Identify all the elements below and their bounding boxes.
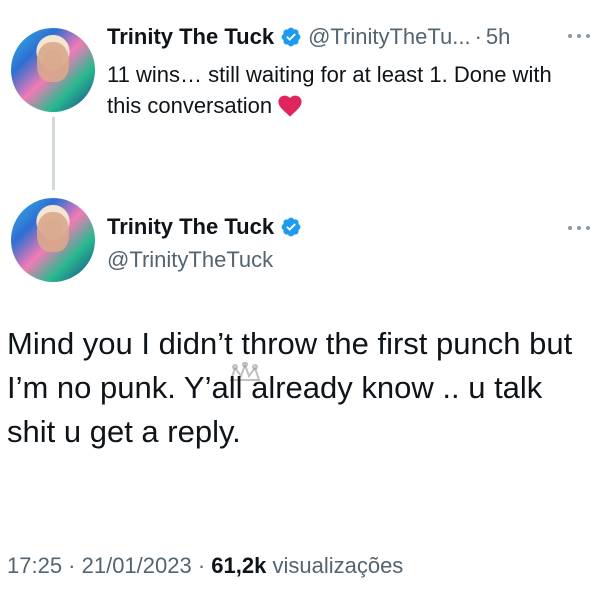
parent-tweet[interactable]: Trinity The Tuck @TrinityTheTu... · 5h 1… — [0, 0, 600, 190]
tweet-timestamp[interactable]: 17:25 · 21/01/2023 · — [7, 553, 205, 578]
author-name[interactable]: Trinity The Tuck — [107, 24, 274, 50]
verified-badge-icon — [281, 27, 301, 47]
verified-badge-icon — [281, 217, 301, 237]
main-tweet-text: Mind you I didn’t throw the first punch … — [7, 326, 573, 449]
parent-tweet-text: 11 wins… still waiting for at least 1. D… — [107, 59, 577, 121]
author-name[interactable]: Trinity The Tuck — [107, 214, 274, 240]
views-count: 61,2k — [211, 553, 267, 578]
tweet-text: 11 wins… still waiting for at least 1. D… — [107, 62, 552, 118]
tweet-time[interactable]: 5h — [486, 24, 510, 50]
separator-dot: · — [474, 24, 482, 49]
avatar[interactable] — [11, 198, 95, 282]
main-tweet-header: Trinity The Tuck — [107, 214, 308, 240]
more-options-icon[interactable] — [568, 31, 594, 41]
thread-connector-line — [52, 117, 55, 190]
author-handle[interactable]: @TrinityTheTu... — [308, 24, 471, 50]
more-options-icon[interactable] — [568, 223, 594, 233]
parent-tweet-header: Trinity The Tuck @TrinityTheTu... · 5h — [107, 24, 510, 50]
author-handle[interactable]: @TrinityTheTuck — [107, 247, 273, 273]
tweet-meta: 17:25 · 21/01/2023 · 61,2k visualizações — [7, 553, 403, 579]
views-label: visualizações — [272, 553, 404, 578]
avatar[interactable] — [11, 28, 95, 112]
red-heart-icon — [278, 95, 302, 117]
